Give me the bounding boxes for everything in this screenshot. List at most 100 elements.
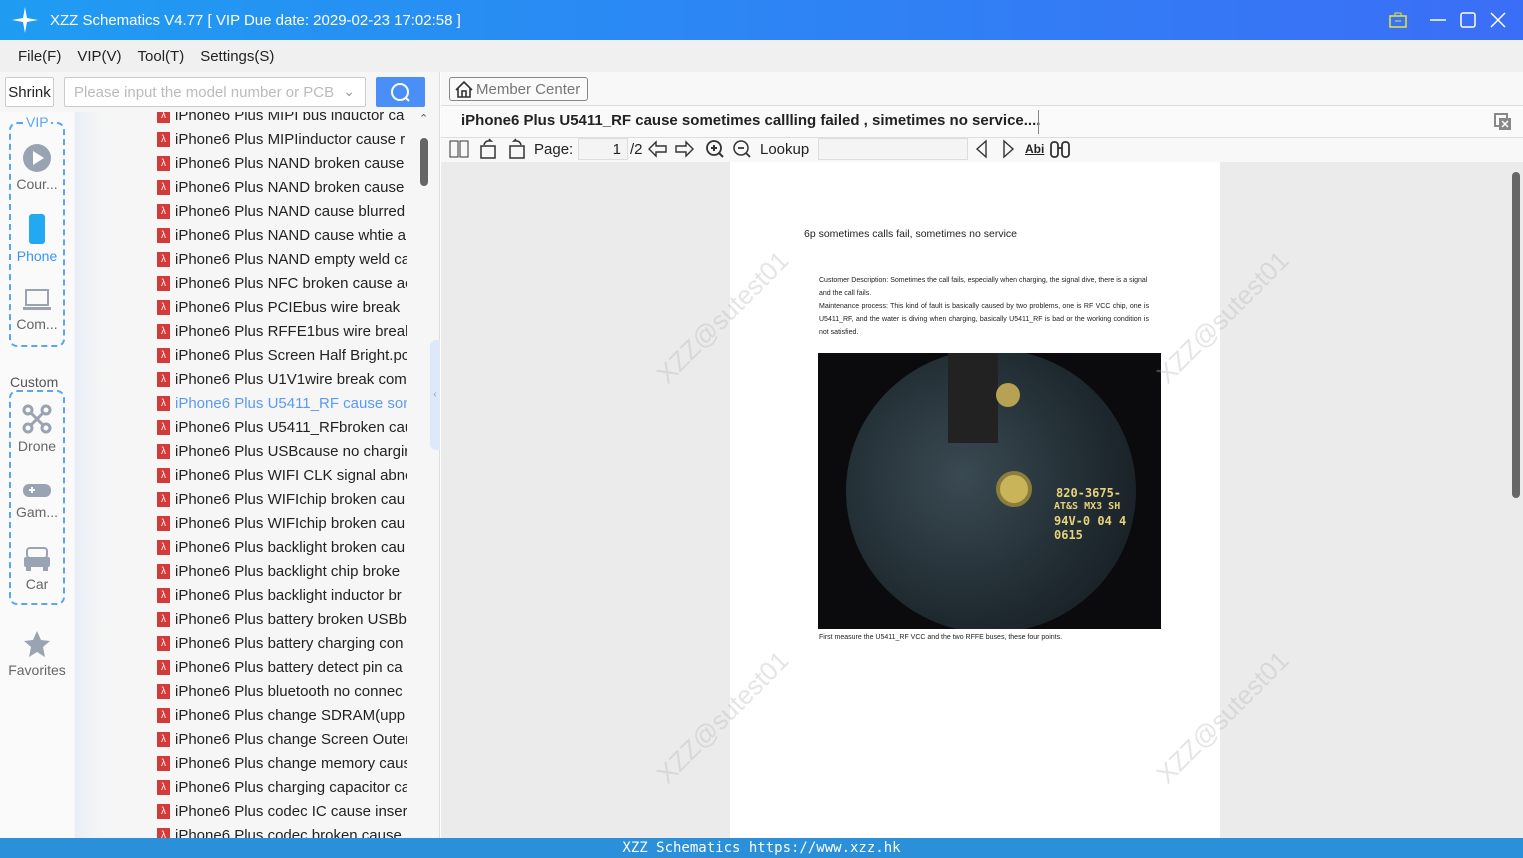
- pdf-viewer[interactable]: 6p sometimes calls fail, sometimes no se…: [441, 162, 1523, 838]
- list-item[interactable]: λ iPhone6 Plus USBcause no chargir: [157, 439, 407, 463]
- minimize-button[interactable]: [1423, 0, 1453, 40]
- scroll-thumb[interactable]: [420, 138, 428, 186]
- list-scrollbar[interactable]: ⌃: [418, 112, 430, 838]
- laptop-icon: [23, 289, 51, 310]
- chevron-down-icon[interactable]: ⌄: [343, 83, 355, 100]
- menu-file[interactable]: File(F): [18, 48, 61, 65]
- next-page-icon[interactable]: [674, 138, 694, 160]
- find-next-icon[interactable]: [1000, 138, 1016, 160]
- pdf-file-icon: λ: [157, 659, 170, 675]
- photo-text: 94V-0 04 4: [1054, 514, 1127, 528]
- pdf-file-icon: λ: [157, 203, 170, 219]
- briefcase-icon[interactable]: [1383, 0, 1413, 40]
- list-item-label: iPhone6 Plus PCIEbus wire break: [175, 298, 401, 316]
- nav-drone[interactable]: Drone: [0, 404, 74, 454]
- page-input[interactable]: 1: [578, 138, 628, 160]
- pdf-file-icon: λ: [157, 563, 170, 579]
- list-item[interactable]: λ iPhone6 Plus battery detect pin ca: [157, 655, 407, 679]
- menu-vip[interactable]: VIP(V): [77, 48, 121, 65]
- list-item[interactable]: λ iPhone6 Plus WIFI CLK signal abnc: [157, 463, 407, 487]
- menu-settings[interactable]: Settings(S): [200, 48, 274, 65]
- nav-label: Cour...: [16, 176, 58, 192]
- rotate-left-icon[interactable]: [479, 138, 499, 160]
- nav-computer[interactable]: Com...: [0, 288, 74, 332]
- list-item[interactable]: λ iPhone6 Plus battery charging con: [157, 631, 407, 655]
- list-item[interactable]: λ iPhone6 Plus MIPIinductor cause r: [157, 127, 407, 151]
- list-item-label: iPhone6 Plus change SDRAM(upp: [175, 706, 406, 724]
- menu-tool[interactable]: Tool(T): [138, 48, 185, 65]
- list-item[interactable]: λ iPhone6 Plus WIFIchip broken cau: [157, 487, 407, 511]
- pdf-file-icon: λ: [157, 323, 170, 339]
- list-item[interactable]: λ iPhone6 Plus codec IC cause insert: [157, 799, 407, 823]
- list-item[interactable]: λ iPhone6 Plus U5411_RFbroken cau: [157, 415, 407, 439]
- list-item[interactable]: λ iPhone6 Plus change SDRAM(upp: [157, 703, 407, 727]
- list-item[interactable]: λ iPhone6 Plus MIPI bus inductor ca: [157, 112, 407, 127]
- list-item[interactable]: λ iPhone6 Plus battery broken USBb: [157, 607, 407, 631]
- document-tab-bar: iPhone6 Plus U5411_RF cause sometimes ca…: [441, 105, 1523, 138]
- viewer-scroll-thumb[interactable]: [1512, 172, 1520, 498]
- viewer-scrollbar[interactable]: [1509, 162, 1523, 838]
- prev-page-icon[interactable]: [648, 138, 668, 160]
- list-item[interactable]: λ iPhone6 Plus change memory caus: [157, 751, 407, 775]
- list-item-label: iPhone6 Plus change Screen Outer: [175, 730, 407, 748]
- lookup-input[interactable]: [818, 138, 968, 160]
- list-item[interactable]: λ iPhone6 Plus backlight broken cau: [157, 535, 407, 559]
- list-item[interactable]: λ iPhone6 Plus NAND cause blurred: [157, 199, 407, 223]
- list-item[interactable]: λ iPhone6 Plus backlight inductor br: [157, 583, 407, 607]
- nav-games[interactable]: Gam...: [0, 480, 74, 520]
- pdf-file-icon: λ: [157, 707, 170, 723]
- list-item[interactable]: λ iPhone6 Plus codec broken cause: [157, 823, 407, 838]
- page-label: Page:: [534, 140, 574, 158]
- list-item[interactable]: λ iPhone6 Plus NAND empty weld ca: [157, 247, 407, 271]
- rotate-right-icon[interactable]: [506, 138, 526, 160]
- list-item[interactable]: λ iPhone6 Plus NFC broken cause ac: [157, 271, 407, 295]
- list-item[interactable]: λ iPhone6 Plus U1V1wire break com: [157, 367, 407, 391]
- scroll-up-icon[interactable]: ⌃: [419, 112, 428, 125]
- list-item[interactable]: λ iPhone6 Plus U5411_RF cause som: [157, 391, 407, 415]
- list-item[interactable]: λ iPhone6 Plus RFFE1bus wire break: [157, 319, 407, 343]
- list-item[interactable]: λ iPhone6 Plus Screen Half Bright.pc: [157, 343, 407, 367]
- list-item-label: iPhone6 Plus MIPI bus inductor ca: [175, 112, 405, 124]
- collapse-handle[interactable]: ‹: [430, 340, 440, 450]
- member-center-label: Member Center: [476, 80, 581, 98]
- shrink-button[interactable]: Shrink: [5, 77, 54, 107]
- member-center-button[interactable]: Member Center: [449, 77, 588, 101]
- search-button[interactable]: [376, 77, 425, 107]
- list-item[interactable]: λ iPhone6 Plus NAND broken cause: [157, 175, 407, 199]
- two-page-icon[interactable]: [449, 138, 469, 160]
- list-item-label: iPhone6 Plus backlight broken cau: [175, 538, 406, 556]
- maximize-button[interactable]: [1453, 0, 1483, 40]
- match-case-icon[interactable]: Abi: [1025, 138, 1044, 160]
- list-item[interactable]: λ iPhone6 Plus bluetooth no connec: [157, 679, 407, 703]
- search-input[interactable]: Please input the model number or PCB ⌄: [64, 77, 366, 107]
- nav-favorites[interactable]: Favorites: [0, 630, 74, 678]
- find-prev-icon[interactable]: [974, 138, 990, 160]
- list-item-label: iPhone6 Plus change memory caus: [175, 754, 407, 772]
- phone-icon: [29, 214, 45, 244]
- nav-car[interactable]: Car: [0, 546, 74, 592]
- pdf-file-icon: λ: [157, 635, 170, 651]
- nav-courses[interactable]: Cour...: [0, 144, 74, 192]
- list-item-label: iPhone6 Plus bluetooth no connec: [175, 682, 403, 700]
- list-item[interactable]: λ iPhone6 Plus charging capacitor ca: [157, 775, 407, 799]
- nav-label: Car: [25, 576, 49, 592]
- zoom-out-icon[interactable]: [732, 138, 752, 160]
- list-item-label: iPhone6 Plus U1V1wire break com: [175, 370, 407, 388]
- list-item[interactable]: λ iPhone6 Plus backlight chip broke: [157, 559, 407, 583]
- list-item[interactable]: λ iPhone6 Plus change Screen Outer: [157, 727, 407, 751]
- left-pane: Shrink Please input the model number or …: [0, 72, 440, 838]
- close-button[interactable]: [1483, 0, 1513, 40]
- list-item[interactable]: λ iPhone6 Plus NAND broken cause: [157, 151, 407, 175]
- pdf-file-icon: λ: [157, 112, 170, 123]
- list-item[interactable]: λ iPhone6 Plus WIFIchip broken cau: [157, 511, 407, 535]
- close-document-icon[interactable]: [1494, 113, 1512, 131]
- list-item[interactable]: λ iPhone6 Plus PCIEbus wire break: [157, 295, 407, 319]
- zoom-in-icon[interactable]: [705, 138, 725, 160]
- binoculars-icon[interactable]: [1049, 138, 1071, 160]
- photo-text: 820-3675-: [1056, 486, 1122, 500]
- photo-caption: First measure the U5411_RF VCC and the t…: [819, 634, 1063, 641]
- page-total: /2: [630, 140, 643, 158]
- list-item[interactable]: λ iPhone6 Plus NAND cause whtie a: [157, 223, 407, 247]
- document-tab[interactable]: iPhone6 Plus U5411_RF cause sometimes ca…: [461, 112, 1040, 129]
- nav-phone[interactable]: Phone: [0, 214, 74, 264]
